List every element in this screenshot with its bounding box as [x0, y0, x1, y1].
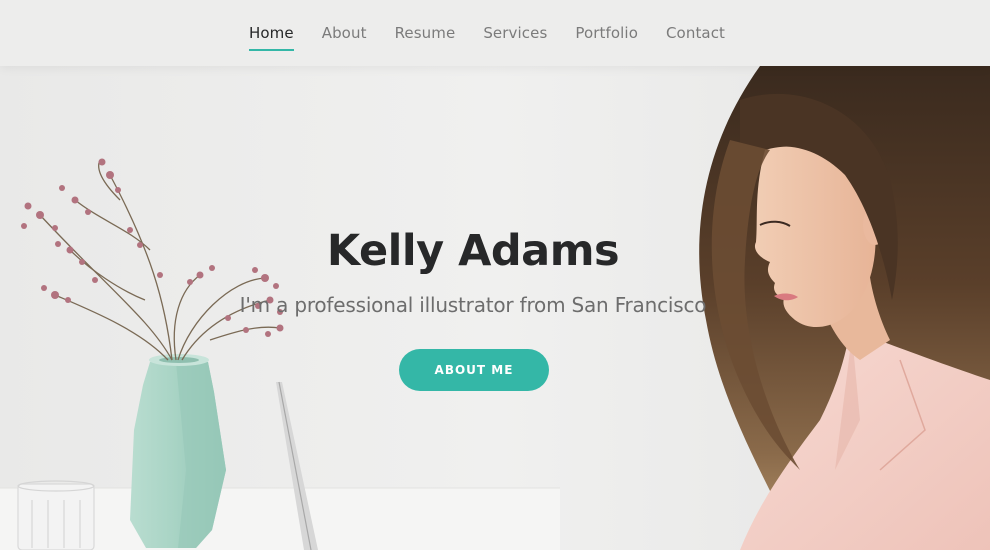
nav-item-services[interactable]: Services [483, 24, 547, 42]
nav-item-contact[interactable]: Contact [666, 24, 725, 42]
nav-menu: Home About Resume Services Portfolio Con… [249, 0, 753, 66]
vase-illustration [130, 354, 226, 548]
nav-item-portfolio[interactable]: Portfolio [575, 24, 638, 42]
nav-item-home[interactable]: Home [249, 24, 294, 51]
nav-item-about[interactable]: About [322, 24, 367, 42]
top-navbar: Home About Resume Services Portfolio Con… [0, 0, 990, 66]
glass-illustration [17, 480, 95, 550]
hero-title: Kelly Adams [326, 226, 620, 276]
about-me-button[interactable]: ABOUT ME [399, 349, 549, 391]
hero-subtitle: I'm a professional illustrator from San … [239, 293, 707, 317]
nav-item-resume[interactable]: Resume [395, 24, 456, 42]
